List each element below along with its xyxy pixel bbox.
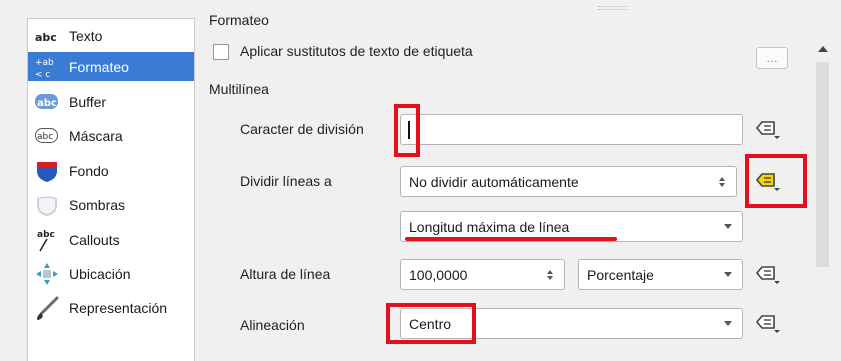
line-height-value: 100,0000 (409, 266, 468, 283)
data-defined-override-line-height[interactable] (753, 262, 783, 288)
placement-icon (35, 262, 59, 286)
settings-sidebar: abc Texto +ab < c Formateo abc Buffer ab… (27, 18, 195, 361)
svg-text:+ab: +ab (35, 58, 54, 68)
svg-text:abc: abc (35, 31, 57, 44)
callouts-icon: abc (35, 228, 59, 252)
spin-up-icon[interactable] (719, 176, 725, 181)
sidebar-item-label: Sombras (69, 196, 126, 213)
sidebar-item-buffer[interactable]: abc Buffer (28, 87, 194, 116)
line-height-label: Altura de línea (240, 266, 331, 282)
scroll-up-icon[interactable] (818, 46, 828, 52)
wrap-length-mode-value: Longitud máxima de línea (409, 218, 570, 235)
substitutes-more-button[interactable]: … (756, 47, 788, 69)
splitter-grip[interactable] (598, 6, 628, 10)
chevron-down-icon (714, 224, 742, 229)
sidebar-item-representacion[interactable]: Representación (28, 293, 194, 322)
sidebar-item-formateo[interactable]: +ab < c Formateo (28, 52, 194, 81)
sidebar-item-label: Ubicación (69, 265, 131, 282)
formatting-panel: Formateo Aplicar sustitutos de texto de … (195, 0, 841, 361)
rendering-brush-icon (35, 296, 59, 320)
spin-down-icon[interactable] (547, 275, 553, 280)
apply-substitutes-checkbox[interactable] (213, 44, 229, 60)
sidebar-item-label: Texto (69, 27, 103, 44)
shadow-icon (35, 193, 59, 217)
sidebar-item-label: Máscara (69, 127, 123, 144)
sidebar-item-label: Buffer (69, 93, 107, 110)
highlight-underline-wrap-mode (405, 237, 617, 241)
highlight-wrap-char (394, 104, 420, 157)
spin-down-icon[interactable] (719, 182, 725, 187)
background-shield-icon (35, 159, 59, 183)
line-height-spinbox[interactable]: 100,0000 (400, 259, 565, 290)
wrap-lines-value: No dividir automáticamente (409, 173, 579, 190)
chevron-down-icon (714, 321, 742, 326)
sidebar-item-fondo[interactable]: Fondo (28, 156, 194, 185)
line-height-unit-value: Porcentaje (587, 266, 654, 283)
vertical-scrollbar[interactable] (814, 40, 831, 361)
spin-buttons[interactable] (542, 269, 558, 280)
section-title-formatting: Formateo (209, 12, 269, 28)
data-defined-icon (755, 315, 780, 333)
section-title-multiline: Multilínea (209, 81, 269, 97)
data-defined-icon (755, 266, 780, 284)
chevron-down-icon (714, 272, 742, 277)
data-defined-override-alignment[interactable] (753, 311, 783, 337)
label-settings-dialog: abc Texto +ab < c Formateo abc Buffer ab… (0, 0, 841, 361)
sidebar-item-mascara[interactable]: abc Máscara (28, 121, 194, 150)
sidebar-item-label: Callouts (69, 231, 120, 248)
line-height-unit-combo[interactable]: Porcentaje (578, 259, 743, 290)
sidebar-item-texto[interactable]: abc Texto (28, 21, 194, 50)
apply-substitutes-label: Aplicar sustitutos de texto de etiqueta (240, 43, 473, 59)
svg-text:abc: abc (37, 132, 53, 142)
svg-text:< c: < c (35, 70, 50, 80)
svg-text:abc: abc (37, 230, 55, 240)
spin-up-icon[interactable] (547, 269, 553, 274)
buffer-icon: abc (35, 90, 59, 114)
mask-icon: abc (35, 124, 59, 148)
abc-text-icon: abc (35, 24, 59, 48)
wrap-lines-spinbox[interactable]: No dividir automáticamente (400, 166, 737, 197)
sidebar-item-label: Representación (69, 299, 168, 316)
sidebar-item-sombras[interactable]: Sombras (28, 190, 194, 219)
wrap-char-input[interactable] (400, 114, 743, 145)
highlight-wrap-lines-override (745, 154, 807, 208)
data-defined-override-wrap-char[interactable] (753, 117, 783, 143)
wrap-lines-label: Dividir líneas a (240, 173, 332, 189)
alignment-label: Alineación (240, 317, 305, 333)
sidebar-item-label: Formateo (69, 58, 129, 75)
spin-buttons[interactable] (714, 176, 730, 187)
wrap-char-label: Caracter de división (240, 121, 364, 137)
sidebar-item-callouts[interactable]: abc Callouts (28, 225, 194, 254)
highlight-alignment (386, 303, 476, 344)
svg-text:abc: abc (37, 98, 57, 109)
formatting-icon: +ab < c (35, 55, 59, 80)
sidebar-item-ubicacion[interactable]: Ubicación (28, 259, 194, 288)
sidebar-item-label: Fondo (69, 162, 109, 179)
data-defined-icon (755, 121, 780, 139)
scrollbar-thumb[interactable] (816, 62, 829, 267)
